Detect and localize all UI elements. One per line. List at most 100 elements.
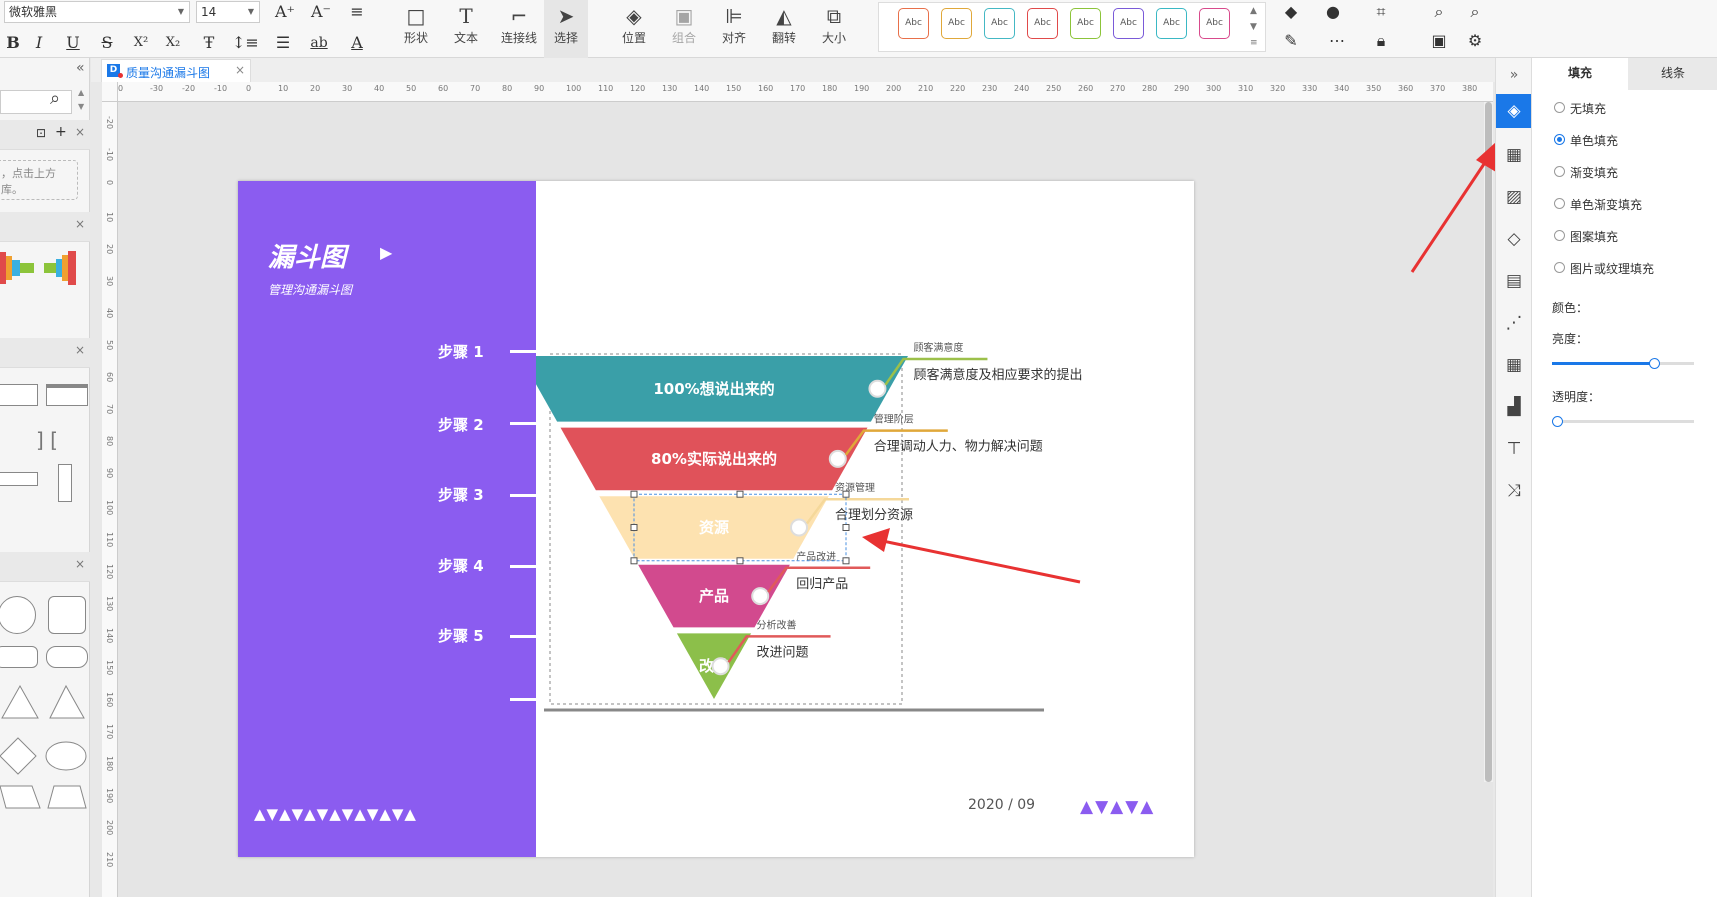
shape-circle[interactable] [0, 596, 36, 634]
fill-option-label[interactable]: 渐变填充 [1570, 164, 1618, 181]
lock-icon[interactable]: 🔒︎ [1368, 30, 1394, 52]
fill-option-radio[interactable] [1554, 198, 1565, 209]
vertical-scrollbar[interactable] [1484, 102, 1493, 782]
fill-option-label[interactable]: 无填充 [1570, 100, 1606, 117]
style-swatch[interactable]: Abc [941, 8, 972, 39]
decrease-font-icon[interactable]: A⁻ [308, 1, 334, 23]
org-icon[interactable]: ▟ [1496, 390, 1532, 424]
grid-icon[interactable]: ▦ [1496, 138, 1532, 172]
fill-bucket-icon[interactable]: ◈ [1496, 94, 1532, 128]
library-search-input[interactable] [0, 90, 72, 114]
tab-line[interactable]: 线条 [1628, 58, 1717, 90]
tool-align[interactable]: ⊫ 对齐 [712, 0, 756, 58]
style-swatch[interactable]: Abc [984, 8, 1015, 39]
style-swatch[interactable]: Abc [1199, 8, 1230, 39]
diagram-page[interactable]: 漏斗图 ▶ 管理沟通漏斗图 步骤 1 步骤 2 步骤 3 步骤 4 步骤 5 ▲… [238, 181, 1194, 857]
tool-group[interactable]: ▣ 组合 [662, 0, 706, 58]
search-icon[interactable]: ⌕ [1426, 1, 1452, 23]
diagram-subtitle[interactable]: 管理沟通漏斗图 [268, 281, 352, 298]
scrollbar-thumb[interactable] [1485, 102, 1492, 782]
step-label[interactable]: 步骤 5 [438, 625, 484, 646]
crop-icon[interactable]: ⌗ [1368, 1, 1394, 23]
font-size-select[interactable]: 14 ▼ [196, 1, 260, 23]
increase-font-icon[interactable]: A⁺ [272, 1, 298, 23]
close-icon[interactable]: × [75, 557, 85, 571]
transparency-slider-track[interactable] [1552, 416, 1694, 427]
strikethrough-icon[interactable]: S [94, 32, 120, 54]
bold-icon[interactable]: B [0, 32, 26, 54]
import-icon[interactable]: ⊡ [36, 126, 46, 140]
step-label[interactable]: 步骤 2 [438, 414, 484, 435]
fill-color-icon[interactable]: ◆ [1278, 1, 1304, 23]
shape-rounded-square[interactable] [48, 596, 86, 634]
shuffle-icon[interactable]: ⤨ [1496, 474, 1532, 508]
style-swatch[interactable]: Abc [1070, 8, 1101, 39]
tool-text[interactable]: T 文本 [444, 0, 488, 58]
fill-option-label[interactable]: 图案填充 [1570, 228, 1618, 245]
close-icon[interactable]: × [75, 125, 85, 139]
chevron-down-icon[interactable]: ▼ [78, 102, 84, 111]
shape-header-rectangle[interactable] [46, 384, 88, 406]
chevron-up-icon[interactable]: ▲ [1250, 6, 1257, 16]
collapse-left-icon[interactable]: « [76, 60, 85, 76]
subscript-icon[interactable]: X₂ [160, 32, 186, 54]
font-family-select[interactable]: 微软雅黑 ▼ [4, 1, 190, 23]
fill-option-radio[interactable] [1554, 102, 1565, 113]
close-icon[interactable]: × [235, 63, 245, 77]
line-style-icon[interactable]: ⋯ [1324, 30, 1350, 52]
brightness-slider-handle[interactable] [1649, 358, 1661, 369]
fit-icon[interactable]: ▣ [1426, 30, 1452, 52]
shape-thumbnails[interactable] [0, 682, 90, 842]
shape-bar[interactable] [0, 472, 38, 486]
line-spacing-icon[interactable]: ↕≡ [232, 32, 259, 54]
chevron-up-icon[interactable]: ▲ [78, 88, 84, 97]
shape-rectangle[interactable] [0, 384, 38, 406]
step-label[interactable]: 步骤 1 [438, 341, 484, 362]
step-label[interactable]: 步骤 3 [438, 484, 484, 505]
list-icon[interactable]: ☰ [270, 32, 296, 54]
search-icon[interactable]: ⌕ [50, 88, 60, 109]
close-icon[interactable]: × [75, 343, 85, 357]
close-icon[interactable]: × [75, 217, 85, 231]
italic-icon[interactable]: I [26, 32, 52, 54]
text-format-icon[interactable]: Ŧ [196, 32, 222, 54]
underline-icon[interactable]: U [60, 32, 86, 54]
tool-connector[interactable]: ⌐ 连接线 [494, 0, 544, 58]
style-swatch[interactable]: Abc [1027, 8, 1058, 39]
diagram-title[interactable]: 漏斗图 [268, 237, 346, 274]
brightness-slider-track[interactable] [1552, 358, 1694, 369]
more-icon[interactable]: ⚙ [1462, 30, 1488, 52]
tool-position[interactable]: ◈ 位置 [612, 0, 656, 58]
fill-option-label[interactable]: 单色填充 [1570, 132, 1618, 149]
fill-option-radio[interactable] [1554, 166, 1565, 177]
find-replace-icon[interactable]: ⌕ [1462, 1, 1488, 23]
add-icon[interactable]: + [55, 124, 67, 140]
expand-icon[interactable]: ≡ [1250, 38, 1258, 48]
table-icon[interactable]: ▦ [1496, 348, 1532, 382]
tool-flip[interactable]: ◭ 翻转 [762, 0, 806, 58]
superscript-icon[interactable]: X² [128, 32, 154, 54]
page-icon[interactable]: ▤ [1496, 264, 1532, 298]
layers-icon[interactable]: ◇ [1496, 222, 1532, 256]
font-color-icon[interactable]: A [344, 32, 370, 54]
fill-option-label[interactable]: 图片或纹理填充 [1570, 260, 1654, 277]
document-tab[interactable]: D 质量沟通漏斗图 × [101, 59, 251, 82]
tool-select[interactable]: ➤ 选择 [544, 0, 588, 58]
text-highlight-icon[interactable]: ab [306, 32, 332, 54]
shape-vertical-bar[interactable] [58, 464, 72, 502]
fill-option-label[interactable]: 单色渐变填充 [1570, 196, 1642, 213]
step-label[interactable]: 步骤 4 [438, 555, 484, 576]
fill-option-radio[interactable] [1554, 262, 1565, 273]
fill-option-radio[interactable] [1554, 134, 1565, 145]
chevron-down-icon[interactable]: ▼ [1250, 22, 1257, 32]
line-color-icon[interactable]: ✎ [1278, 30, 1304, 52]
date-label[interactable]: 2020 / 09 [968, 797, 1035, 813]
text-align-icon[interactable]: ≡ [344, 1, 370, 23]
shape-terminator[interactable] [46, 646, 88, 668]
style-swatch[interactable]: Abc [898, 8, 929, 39]
tool-shape[interactable]: □ 形状 [394, 0, 438, 58]
fill-option-radio[interactable] [1554, 230, 1565, 241]
expand-right-icon[interactable]: » [1496, 58, 1532, 92]
chart-icon[interactable]: ⋰ [1496, 306, 1532, 340]
image-icon[interactable]: ▨ [1496, 180, 1532, 214]
